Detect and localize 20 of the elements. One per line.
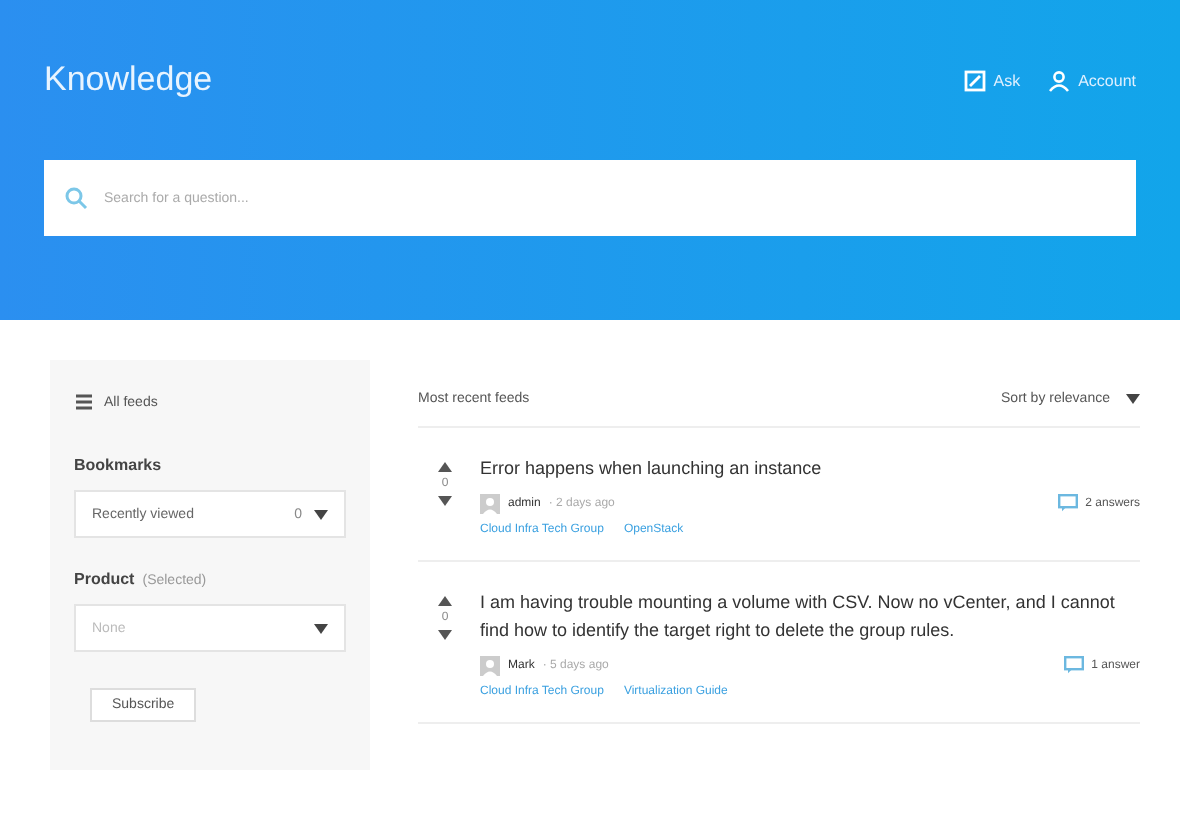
avatar-icon — [480, 655, 500, 676]
caret-icon — [1126, 394, 1140, 404]
section-label: Product — [74, 570, 135, 588]
user-icon — [1048, 69, 1071, 91]
upvote-icon[interactable] — [438, 462, 452, 472]
search-icon — [64, 186, 88, 210]
caret-icon — [314, 623, 328, 633]
comment-icon — [1057, 494, 1078, 513]
section-label: Bookmarks — [74, 456, 164, 474]
list-icon — [74, 392, 94, 412]
brand-name: Knowledge — [44, 60, 213, 100]
comment-icon — [1063, 656, 1084, 675]
question-title[interactable]: I am having trouble mounting a volume with CSV. Now no vCenter, and I cannot find how to identify the target right to delete the group rules. — [480, 589, 1140, 646]
caret-icon — [314, 509, 328, 519]
question-title[interactable]: Error happens when launching an instance — [480, 456, 1140, 484]
avatar-icon — [480, 493, 500, 514]
downvote-icon[interactable] — [438, 629, 452, 640]
downvote-icon[interactable] — [438, 496, 452, 506]
upvote-icon[interactable] — [438, 595, 452, 606]
edit-icon — [963, 69, 986, 91]
